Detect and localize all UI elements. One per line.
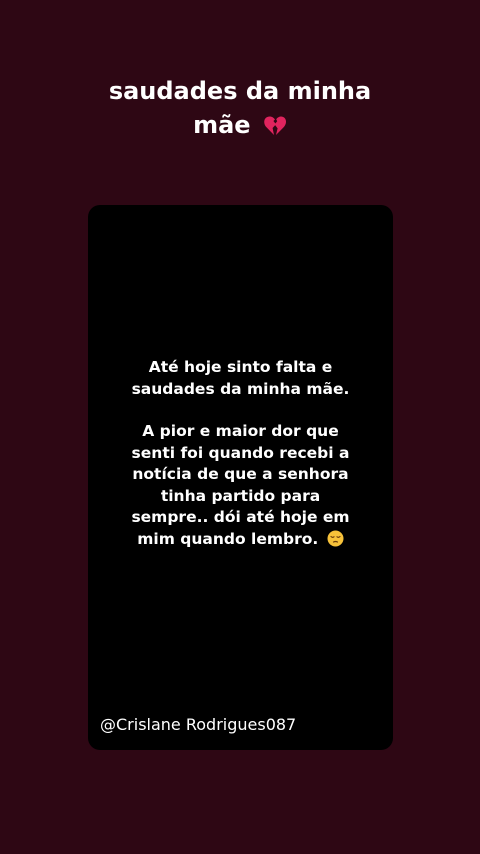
message-line: tinha partido para bbox=[160, 486, 321, 505]
author-watermark: @Crislane Rodrigues087 bbox=[100, 715, 297, 734]
message-line: notícia de que a senhora bbox=[132, 465, 349, 483]
message-line: saudades da minha mãe. bbox=[131, 379, 350, 398]
card-message: Até hoje sinto falta e saudades da minha… bbox=[88, 357, 393, 553]
message-line: sempre.. dói até hoje em bbox=[131, 508, 350, 526]
broken-heart-icon bbox=[263, 112, 287, 146]
post-title-line-1: saudades da minha bbox=[108, 77, 372, 105]
post-title-line-2: mãe bbox=[0, 108, 480, 146]
message-line: Até hoje sinto falta e bbox=[148, 358, 333, 376]
post-title: saudades da minha mãe bbox=[0, 74, 480, 146]
message-line: mim quando lembro. bbox=[137, 529, 319, 548]
message-line-last: mim quando lembro. bbox=[88, 529, 393, 554]
message-line: A pior e maior dor que bbox=[142, 422, 339, 440]
story-card: Até hoje sinto falta e saudades da minha… bbox=[88, 205, 393, 750]
message-line: senti foi quando recebi a bbox=[131, 443, 350, 462]
pensive-face-icon bbox=[327, 530, 344, 554]
message-paragraph-2: A pior e maior dor que senti foi quando … bbox=[88, 421, 393, 553]
message-paragraph-1: Até hoje sinto falta e saudades da minha… bbox=[88, 357, 393, 400]
post-title-word: mãe bbox=[193, 111, 251, 139]
